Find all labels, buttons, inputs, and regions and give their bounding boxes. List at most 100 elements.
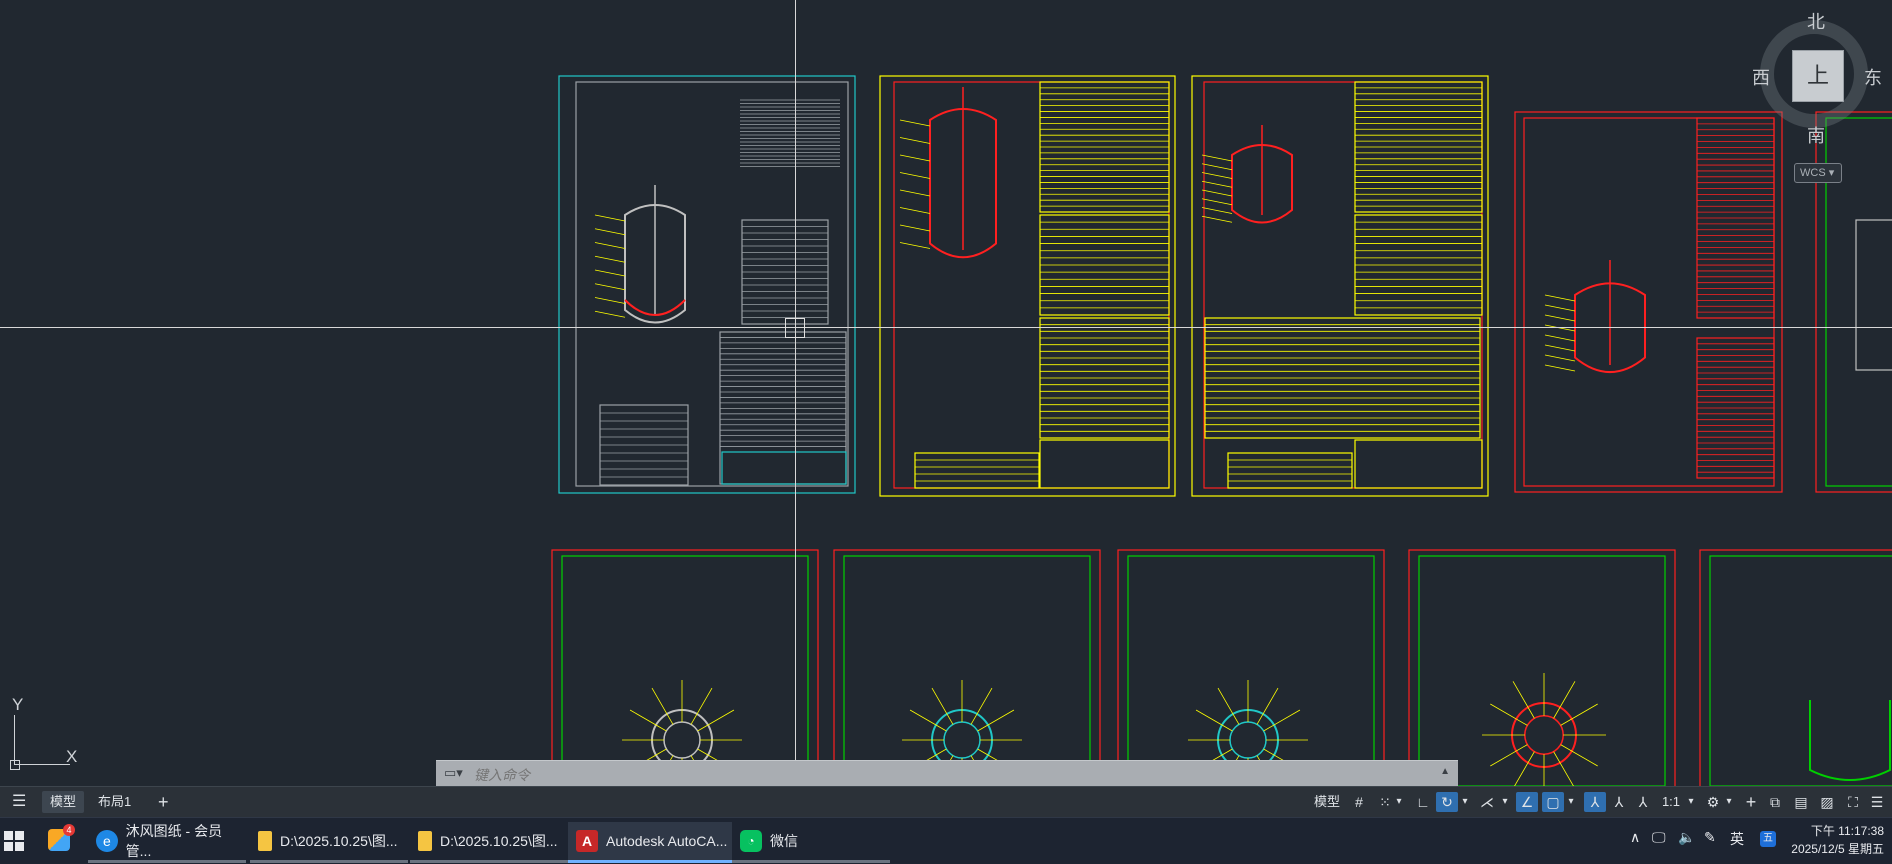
drawing-sheet-lower-4 [1408, 549, 1676, 786]
taskbar-explorer-1[interactable]: D:\2025.10.25\图... [250, 822, 408, 863]
object-snap-tracking-icon[interactable]: ∠ [1516, 792, 1538, 812]
leader-line [1553, 681, 1576, 719]
annotation-visibility-icon[interactable]: ⅄ [1584, 792, 1606, 812]
sheet-lower-5-vessel-section [1809, 700, 1891, 781]
taskbar-item-label: Autodesk AutoCA... [606, 833, 728, 849]
windows-start-icon[interactable] [4, 831, 24, 851]
app-launcher-icon[interactable]: 4 [48, 824, 75, 851]
leader-line [1201, 207, 1233, 214]
leader-line [697, 709, 735, 732]
sheet-lower-2-inner-frame [843, 555, 1091, 786]
browser-icon: e [96, 830, 118, 852]
taskbar-autocad[interactable]: A Autodesk AutoCA... [568, 822, 732, 863]
sheet-3-title-block [1354, 439, 1483, 489]
plus-icon[interactable]: + [1740, 792, 1762, 812]
taskbar-item-label: D:\2025.10.25\图... [280, 833, 398, 849]
leader-line [1263, 709, 1301, 732]
taskbar-item-label: 沐风图纸 - 会员管... [125, 823, 223, 859]
leader-line [899, 154, 931, 162]
hardware-acceleration-icon[interactable]: ▤ [1790, 792, 1812, 812]
object-snap-icon[interactable]: ▢ [1542, 792, 1564, 812]
volume-muted-icon[interactable]: 🔈 [1678, 829, 1695, 846]
leader-line [1217, 687, 1240, 725]
model-space-button[interactable]: 模型 [1310, 792, 1344, 812]
clock-time: 下午 11:17:38 [1810, 824, 1884, 838]
leader-line [690, 687, 713, 725]
windows-taskbar: 4 e 沐风图纸 - 会员管... D:\2025.10.25\图... D:\… [0, 817, 1892, 864]
ucs-y-label: Y [12, 695, 24, 714]
chevron-down-icon[interactable]: ▾ [1722, 792, 1736, 812]
compass-north[interactable]: 北 [1807, 8, 1825, 34]
input-language[interactable]: 英 [1730, 829, 1744, 849]
leader-line [1201, 163, 1233, 171]
taskbar-wechat[interactable]: ◔ 微信 [732, 822, 890, 863]
leader-line [1201, 215, 1233, 223]
leader-line [1544, 314, 1576, 322]
network-icon[interactable]: 🖵 [1652, 829, 1666, 846]
leader-line [1256, 687, 1279, 725]
viewcube[interactable]: 上 北 南 西 东 WCS ▾ [1748, 8, 1884, 183]
leader-line [629, 709, 667, 732]
system-clock[interactable]: 下午 11:17:38 2025/12/5 星期五 [1791, 822, 1884, 858]
chevron-down-icon[interactable]: ▾ [1458, 792, 1472, 812]
drawing-sheet-lower-3 [1117, 549, 1385, 786]
viewcube-top-face[interactable]: 上 [1792, 50, 1844, 102]
taskbar-item-label: D:\2025.10.25\图... [440, 833, 558, 849]
compass-east[interactable]: 东 [1864, 64, 1882, 90]
tab-layout1[interactable]: 布局1 [90, 791, 139, 813]
chevron-down-icon[interactable]: ▾ [1498, 792, 1512, 812]
ucs-icon: Y X [8, 695, 88, 770]
ime-icon[interactable]: 五 [1760, 831, 1776, 847]
flange-view-1-inner [663, 721, 701, 759]
leader-line [899, 224, 931, 232]
pen-icon[interactable]: ✎ [1704, 829, 1716, 846]
leader-line [1544, 344, 1576, 352]
leader-line [594, 242, 626, 249]
chevron-down-icon[interactable]: ▾ [1392, 792, 1406, 812]
crosshair-horizontal [0, 327, 1892, 328]
customization-menu-icon[interactable]: ☰ [1866, 792, 1888, 812]
drawing-sheet-4 [1514, 111, 1783, 493]
leader-line [1553, 751, 1574, 786]
taskbar-explorer-2[interactable]: D:\2025.10.25\图... [410, 822, 568, 863]
add-layout-icon[interactable]: + [150, 791, 177, 813]
clean-screen-icon[interactable]: ▨ [1816, 792, 1838, 812]
auto-scale-icon[interactable]: ⅄ [1608, 792, 1630, 812]
leader-line [1560, 744, 1598, 767]
fullscreen-icon[interactable]: ⛶ [1842, 792, 1864, 812]
wcs-menu-button[interactable]: WCS ▾ [1794, 163, 1842, 183]
tab-model[interactable]: 模型 [42, 791, 85, 813]
clock-date: 2025/12/5 星期五 [1791, 842, 1884, 856]
flange-view-2-inner [943, 721, 981, 759]
grid-icon[interactable]: # [1348, 792, 1370, 812]
ortho-icon[interactable]: ∟ [1412, 792, 1434, 812]
sheet-2-inner-frame [893, 81, 1170, 489]
annotation-scale-icon[interactable]: ⅄ [1632, 792, 1654, 812]
drawing-sheet-lower-2 [833, 549, 1101, 786]
model-space-canvas[interactable]: Y X 上 北 南 西 东 WCS ▾ ⁞ ✕ 🔧 ▭▾ ▲ [0, 0, 1892, 786]
layout-menu-icon[interactable]: ☰ [4, 791, 34, 813]
leader-line [1201, 154, 1233, 162]
leader-line [594, 269, 626, 277]
isodraft-icon[interactable]: ⋌ [1476, 792, 1498, 812]
annotation-scale-value[interactable]: 1:1 [1656, 792, 1686, 812]
command-line[interactable]: ▭▾ ▲ [436, 760, 1458, 786]
polar-tracking-icon[interactable]: ↻ [1436, 792, 1458, 812]
drawing-canvas [551, 75, 1892, 786]
chevron-down-icon[interactable]: ▾ [1684, 792, 1698, 812]
command-expand-icon[interactable]: ▲ [1440, 766, 1450, 777]
compass-west[interactable]: 西 [1752, 64, 1770, 90]
chevron-up-icon[interactable]: ∧ [1630, 829, 1640, 846]
leader-line [1201, 198, 1233, 206]
chevron-down-icon[interactable]: ▾ [1564, 792, 1578, 812]
command-history-icon[interactable]: ▭▾ [444, 765, 463, 781]
compass-south[interactable]: 南 [1807, 122, 1825, 148]
leader-line [931, 687, 954, 725]
gear-icon[interactable]: ⚙ [1702, 792, 1724, 812]
leader-line [899, 189, 931, 197]
isolate-icon[interactable]: ⧉ [1764, 792, 1786, 812]
command-input[interactable] [472, 764, 1416, 786]
sheet-5-detail [1855, 219, 1892, 371]
leader-line [1512, 681, 1535, 719]
taskbar-browser[interactable]: e 沐风图纸 - 会员管... [88, 822, 246, 863]
